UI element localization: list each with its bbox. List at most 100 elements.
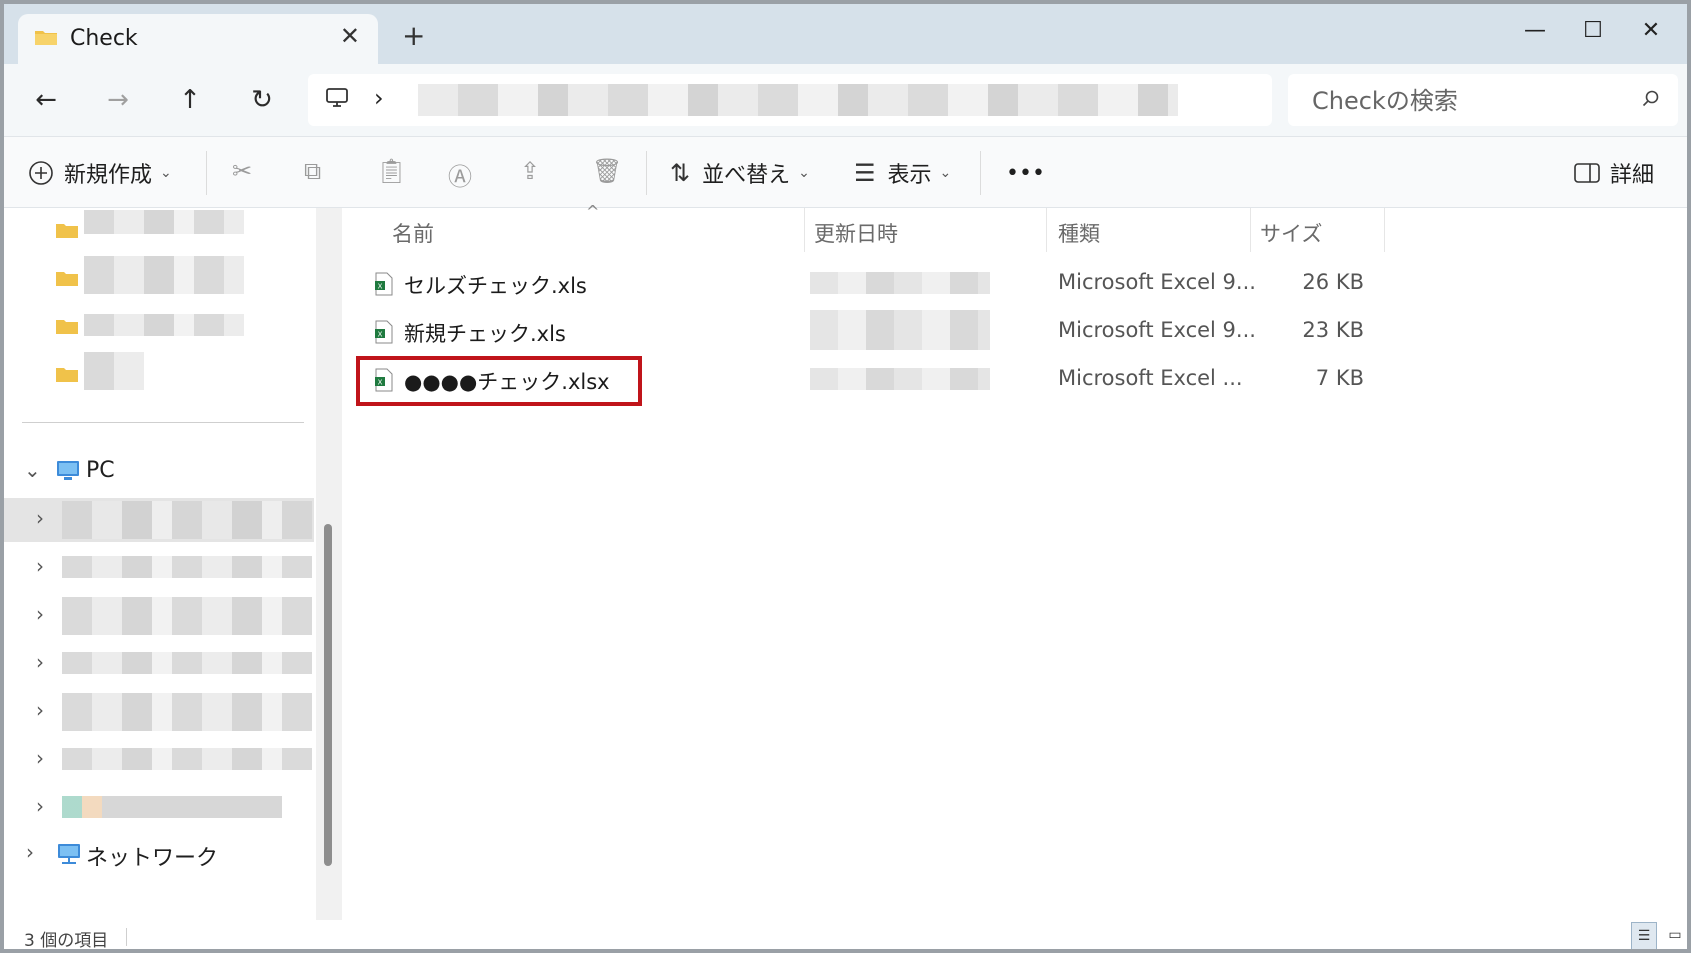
column-header-modified[interactable]: 更新日時 bbox=[814, 218, 898, 248]
close-tab-button[interactable]: ✕ bbox=[340, 24, 360, 48]
title-bar: Check ✕ + — ☐ ✕ bbox=[4, 4, 1687, 66]
divider bbox=[646, 151, 647, 195]
redacted-drive-name bbox=[62, 501, 312, 539]
details-pane-icon bbox=[1574, 163, 1600, 183]
sort-button[interactable]: ⇅ 並べ替え ⌄ bbox=[670, 155, 810, 191]
redacted-drive-name bbox=[62, 556, 312, 578]
expand-chevron-icon[interactable]: › bbox=[36, 794, 44, 818]
tree-item-folder[interactable] bbox=[4, 304, 314, 348]
divider bbox=[126, 928, 127, 946]
tree-item-drive[interactable]: › bbox=[4, 498, 314, 542]
back-button[interactable]: ← bbox=[26, 82, 66, 118]
file-name: 新規チェック.xls bbox=[404, 322, 566, 346]
chevron-down-icon: ⌄ bbox=[160, 165, 172, 181]
sort-ascending-icon: ^ bbox=[586, 202, 600, 221]
expand-chevron-icon[interactable]: › bbox=[36, 746, 44, 770]
copy-icon[interactable]: ⧉ bbox=[304, 157, 321, 185]
redacted-drive-name bbox=[62, 652, 312, 674]
highlight-box bbox=[356, 356, 642, 406]
cut-icon[interactable]: ✂ bbox=[232, 157, 252, 185]
redacted-drive-name bbox=[62, 693, 312, 731]
expand-chevron-icon[interactable]: › bbox=[36, 650, 44, 674]
folder-icon bbox=[35, 31, 57, 45]
divider bbox=[22, 422, 304, 423]
folder-icon bbox=[56, 272, 78, 286]
expand-chevron-icon[interactable]: › bbox=[36, 698, 44, 722]
item-count: 3 個の項目 bbox=[24, 931, 109, 951]
new-button[interactable]: 新規作成 ⌄ bbox=[28, 155, 172, 191]
sort-button-label: 並べ替え bbox=[702, 163, 791, 188]
redacted-folder-name bbox=[84, 256, 244, 294]
tree-item-drive[interactable]: › bbox=[4, 546, 314, 590]
excel-file-icon: X bbox=[375, 272, 393, 296]
redacted-folder-name bbox=[84, 352, 144, 390]
navigation-bar: ← → ↑ ↻ › bbox=[4, 64, 1687, 137]
up-button[interactable]: ↑ bbox=[170, 82, 210, 118]
expand-network-chevron-icon[interactable]: › bbox=[26, 840, 34, 864]
minimize-button[interactable]: — bbox=[1511, 12, 1559, 48]
tree-item-folder[interactable] bbox=[4, 208, 314, 252]
network-icon bbox=[58, 844, 80, 864]
file-size: 26 KB bbox=[1302, 270, 1364, 294]
search-icon[interactable] bbox=[1642, 90, 1660, 108]
file-list: ^ 名前 更新日時 種類 サイズ X セルズチェック.xls Microsoft… bbox=[344, 202, 1687, 920]
file-row[interactable]: X セルズチェック.xls Microsoft Excel 9... 26 KB bbox=[344, 262, 1364, 306]
expand-chevron-icon[interactable]: › bbox=[36, 602, 44, 626]
search-box[interactable] bbox=[1288, 74, 1678, 126]
file-name: セルズチェック.xls bbox=[404, 274, 587, 298]
file-row[interactable]: X 新規チェック.xls Microsoft Excel 9... 23 KB bbox=[344, 310, 1364, 354]
tree-item-drive[interactable]: › bbox=[4, 786, 314, 830]
redacted-modified-date bbox=[810, 310, 990, 350]
redacted-modified-date bbox=[810, 272, 990, 294]
expand-chevron-icon[interactable]: › bbox=[36, 554, 44, 578]
tree-item-network[interactable]: ネットワーク bbox=[86, 840, 218, 872]
details-view-button[interactable]: ☰ bbox=[1631, 922, 1657, 949]
more-options-button[interactable]: ••• bbox=[1006, 155, 1045, 191]
breadcrumb-chevron-icon[interactable]: › bbox=[374, 84, 384, 112]
tree-item-drive[interactable]: › bbox=[4, 594, 314, 638]
collapse-pc-chevron-icon[interactable]: ⌄ bbox=[24, 458, 41, 482]
view-button[interactable]: ☰ 表示 ⌄ bbox=[854, 155, 951, 191]
monitor-icon bbox=[326, 88, 348, 107]
tree-item-drive[interactable]: › bbox=[4, 738, 314, 782]
tab-check[interactable]: Check ✕ bbox=[18, 14, 378, 66]
column-header-size[interactable]: サイズ bbox=[1260, 218, 1322, 248]
status-bar: 3 個の項目 ☰ ▭ bbox=[4, 920, 1687, 951]
details-view-icon: ☰ bbox=[1637, 928, 1651, 944]
divider bbox=[980, 151, 981, 195]
redacted-modified-date bbox=[810, 368, 990, 390]
expand-chevron-icon[interactable]: › bbox=[36, 506, 44, 530]
tree-item-pc[interactable]: PC bbox=[86, 458, 115, 483]
column-header-type[interactable]: 種類 bbox=[1058, 218, 1100, 248]
sort-icon: ⇅ bbox=[670, 159, 691, 187]
nav-pane-scrollbar[interactable] bbox=[316, 208, 342, 920]
column-divider bbox=[1384, 208, 1385, 252]
delete-icon[interactable]: 🗑︎ bbox=[592, 157, 622, 185]
breadcrumb-path-redacted[interactable] bbox=[418, 84, 1178, 116]
search-input[interactable] bbox=[1310, 86, 1634, 116]
maximize-button[interactable]: ☐ bbox=[1569, 12, 1617, 48]
tree-item-folder[interactable] bbox=[4, 352, 314, 396]
new-tab-button[interactable]: + bbox=[402, 22, 425, 50]
forward-button[interactable]: → bbox=[98, 82, 138, 118]
tree-item-drive[interactable]: › bbox=[4, 690, 314, 734]
tree-item-folder[interactable] bbox=[4, 256, 314, 300]
chevron-down-icon: ⌄ bbox=[798, 165, 810, 181]
explorer-window: Check ✕ + — ☐ ✕ ← → ↑ ↻ › Checkの検索 新規作成 … bbox=[0, 0, 1691, 953]
svg-text:X: X bbox=[378, 331, 383, 339]
refresh-button[interactable]: ↻ bbox=[242, 82, 282, 118]
view-button-label: 表示 bbox=[887, 163, 932, 188]
tree-item-drive[interactable]: › bbox=[4, 642, 314, 686]
share-icon[interactable]: ⇪ bbox=[520, 157, 540, 185]
folder-icon bbox=[56, 224, 78, 238]
address-bar[interactable]: › bbox=[308, 74, 1272, 126]
redacted-folder-name bbox=[84, 314, 244, 336]
column-header-name[interactable]: 名前 bbox=[392, 218, 434, 248]
tiles-view-button[interactable]: ▭ bbox=[1663, 922, 1687, 948]
svg-text:X: X bbox=[378, 283, 383, 291]
close-window-button[interactable]: ✕ bbox=[1627, 12, 1675, 48]
scrollbar-thumb[interactable] bbox=[324, 524, 332, 866]
details-pane-button[interactable]: 詳細 bbox=[1574, 155, 1654, 191]
paste-icon[interactable]: 📋︎ bbox=[376, 157, 406, 185]
rename-icon[interactable]: Ⓐ bbox=[448, 157, 472, 192]
